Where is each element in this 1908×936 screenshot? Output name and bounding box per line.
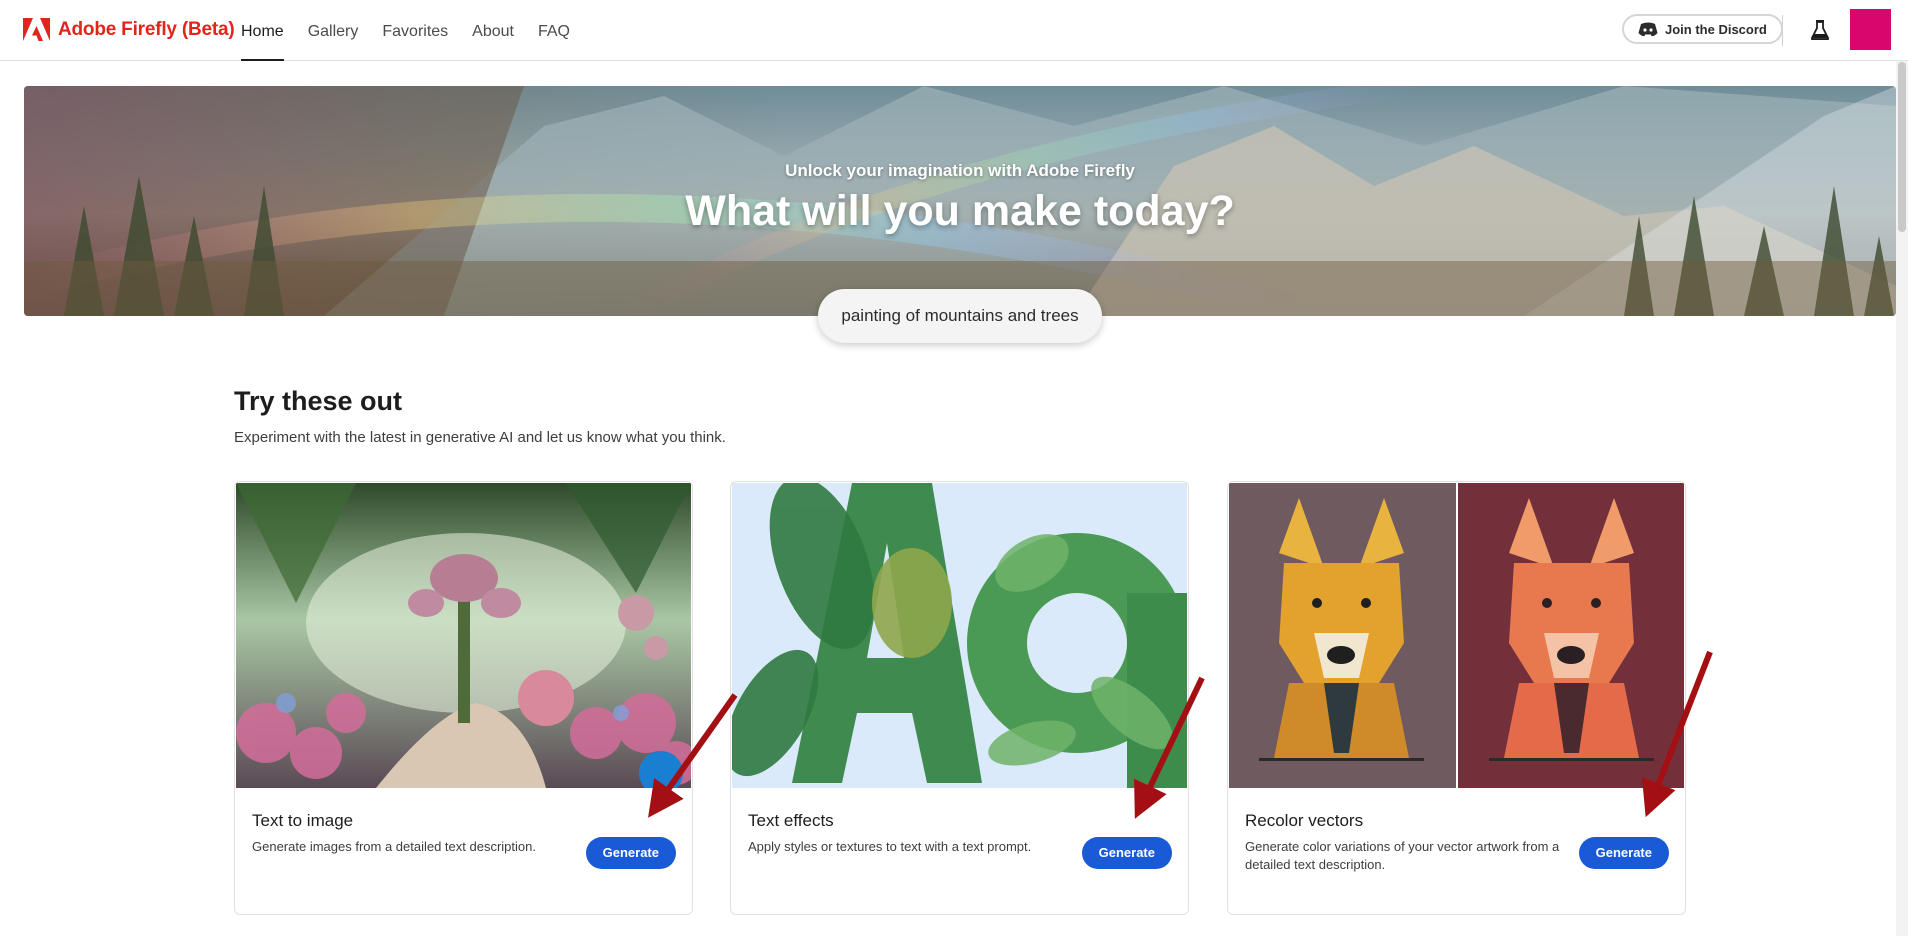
card-thumbnail [236, 483, 691, 788]
card-title: Text to image [252, 811, 354, 830]
top-navigation-bar: Adobe Firefly (Beta) Home Gallery Favori… [0, 0, 1908, 61]
dog-vector-image [1229, 483, 1684, 788]
section-title: Try these out [234, 386, 403, 416]
card-description: Generate color variations of your vector… [1245, 839, 1560, 872]
flask-icon[interactable] [1811, 20, 1829, 40]
card-title: Recolor vectors [1245, 811, 1364, 830]
card-description: Apply styles or textures to text with a … [748, 839, 1032, 854]
nav-home[interactable]: Home [241, 0, 284, 61]
card-recolor-vectors[interactable]: Recolor vectors Generate color variation… [1227, 481, 1686, 915]
user-avatar[interactable] [1850, 9, 1891, 50]
card-thumbnail [732, 483, 1187, 788]
card-text-effects[interactable]: Text effects Apply styles or textures to… [730, 481, 1189, 915]
card-description: Generate images from a detailed text des… [252, 839, 536, 854]
generate-button[interactable]: Generate [585, 837, 676, 869]
example-prompt-pill[interactable]: painting of mountains and trees [818, 289, 1102, 343]
fantasy-garden-image [236, 483, 691, 788]
leafy-letters-image [732, 483, 1187, 788]
discord-icon [1638, 22, 1658, 36]
nav-gallery[interactable]: Gallery [308, 0, 359, 61]
generate-button[interactable]: Generate [1081, 837, 1172, 869]
main-nav: Home Gallery Favorites About FAQ [241, 0, 594, 61]
nav-faq[interactable]: FAQ [538, 0, 570, 61]
card-text-to-image[interactable]: Text to image Generate images from a det… [234, 481, 693, 915]
brand-name: Adobe Firefly (Beta) [58, 18, 235, 40]
nav-favorites[interactable]: Favorites [382, 0, 448, 61]
adobe-logo-icon [23, 18, 50, 41]
generate-button[interactable]: Generate [1578, 837, 1669, 869]
card-title: Text effects [748, 811, 834, 830]
nav-about[interactable]: About [472, 0, 514, 61]
hero-title: What will you make today? [685, 187, 1235, 235]
card-thumbnail [1229, 483, 1684, 788]
brand-home-link[interactable]: Adobe Firefly (Beta) [23, 18, 235, 41]
scrollbar-thumb[interactable] [1898, 62, 1906, 232]
join-discord-label: Join the Discord [1665, 21, 1767, 37]
hero-subtitle: Unlock your imagination with Adobe Firef… [785, 161, 1135, 180]
join-discord-button[interactable]: Join the Discord [1622, 14, 1783, 44]
header-divider [1782, 15, 1783, 46]
section-description: Experiment with the latest in generative… [234, 429, 726, 446]
hero-banner: Unlock your imagination with Adobe Firef… [24, 86, 1896, 316]
